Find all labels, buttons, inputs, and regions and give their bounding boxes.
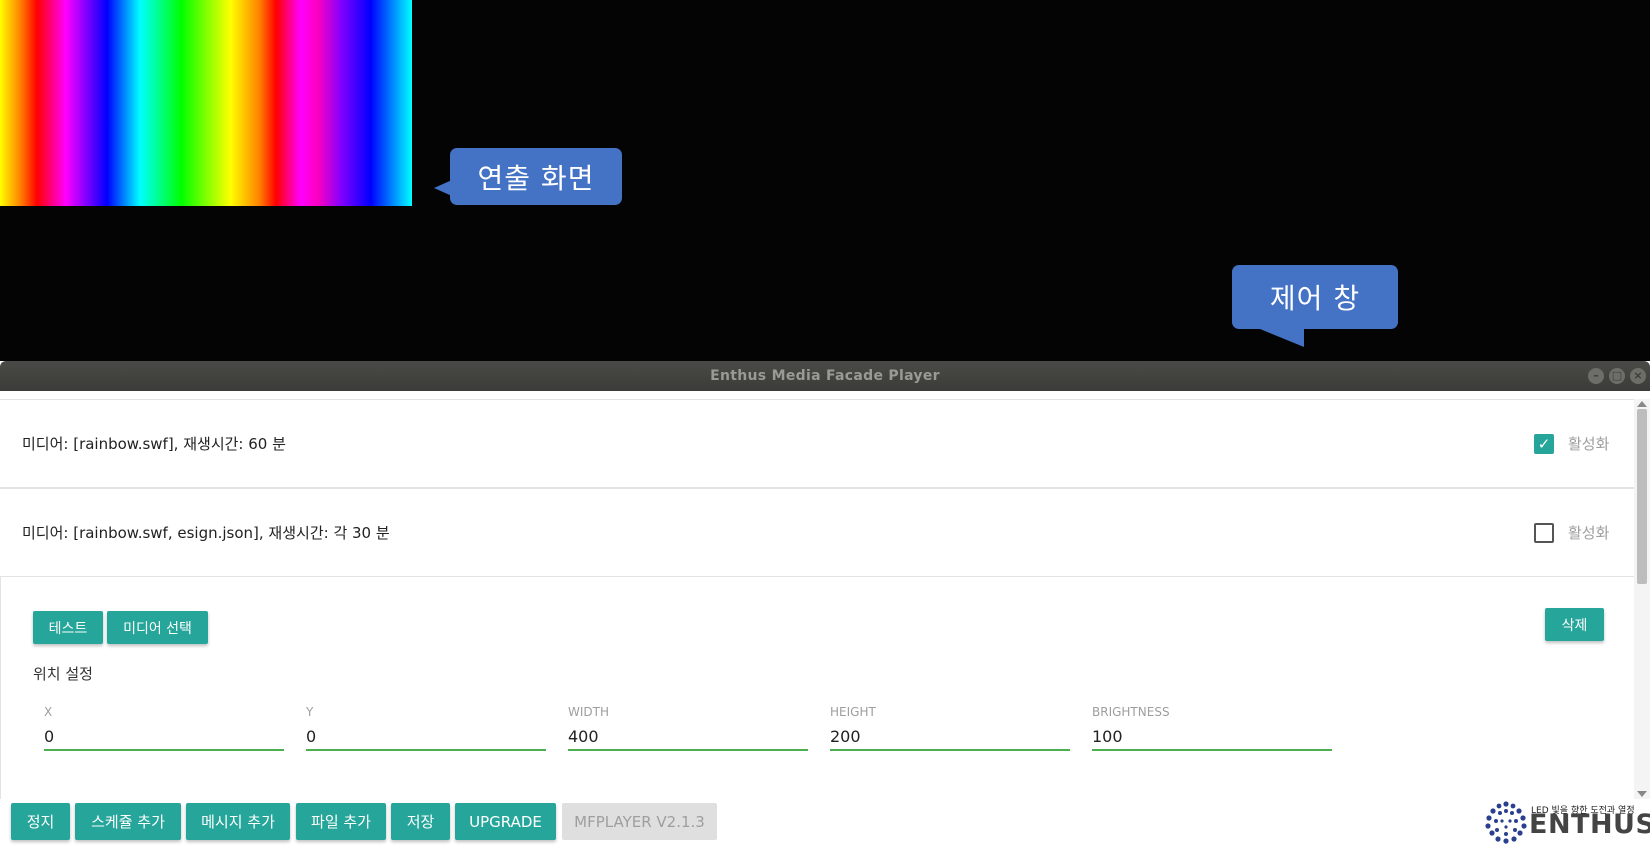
brightness-label: BRIGHTNESS [1092, 705, 1170, 719]
media-list-item: 미디어: [rainbow.swf, esign.json], 재생시간: 각 … [0, 488, 1634, 577]
y-field: Y [306, 695, 546, 752]
footer-toolbar: 정지 스케쥴 추가 메시지 추가 파일 추가 저장 UPGRADE MFPLAY… [0, 799, 1650, 856]
scroll-up-arrow-icon[interactable] [1637, 401, 1647, 407]
width-input[interactable] [568, 723, 808, 751]
add-file-button[interactable]: 파일 추가 [296, 803, 386, 840]
active-toggle[interactable]: ✓ 활성화 [1534, 433, 1609, 454]
media-description: 미디어: [rainbow.swf, esign.json], 재생시간: 각 … [22, 524, 390, 542]
x-label: X [44, 705, 53, 719]
y-input[interactable] [306, 723, 546, 751]
active-checkbox[interactable]: ✓ [1534, 433, 1554, 454]
height-label: HEIGHT [830, 705, 876, 719]
stop-button[interactable]: 정지 [11, 803, 70, 840]
brightness-input[interactable] [1092, 723, 1332, 751]
screen: 연출 화면 제어 창 Enthus Media Facade Player – … [0, 0, 1650, 856]
height-input[interactable] [830, 723, 1070, 751]
window-content: 미디어: [rainbow.swf], 재생시간: 60 분 ✓ 활성화 미디어… [0, 399, 1650, 856]
add-message-button[interactable]: 메시지 추가 [186, 803, 290, 840]
window-titlebar[interactable]: Enthus Media Facade Player – □ × [0, 361, 1650, 391]
maximize-icon[interactable]: □ [1609, 368, 1625, 384]
enthus-logo-icon [1485, 801, 1527, 844]
callout-control-text: 제어 창 [1269, 282, 1361, 315]
brightness-field: BRIGHTNESS [1092, 695, 1332, 752]
output-preview-rainbow [0, 0, 412, 206]
active-label: 활성화 [1568, 524, 1610, 542]
position-settings-title: 위치 설정 [33, 665, 93, 683]
y-label: Y [306, 705, 314, 719]
active-toggle[interactable]: 활성화 [1534, 522, 1609, 543]
delete-button[interactable]: 삭제 [1545, 608, 1604, 641]
callout-output-screen: 연출 화면 [434, 148, 622, 205]
x-input[interactable] [44, 723, 284, 751]
media-list-item: 미디어: [rainbow.swf], 재생시간: 60 분 ✓ 활성화 [0, 399, 1634, 488]
upgrade-button[interactable]: UPGRADE [455, 803, 556, 840]
close-icon[interactable]: × [1630, 368, 1646, 384]
save-button[interactable]: 저장 [391, 803, 450, 840]
media-description: 미디어: [rainbow.swf], 재생시간: 60 분 [22, 435, 286, 453]
scroll-down-arrow-icon[interactable] [1637, 791, 1647, 797]
version-button: MFPLAYER V2.1.3 [562, 803, 717, 840]
callout-control-window: 제어 창 [1232, 265, 1398, 329]
control-window: Enthus Media Facade Player – □ × 미디어: [r… [0, 361, 1650, 856]
callout-output-text: 연출 화면 [477, 161, 595, 195]
select-media-button[interactable]: 미디어 선택 [107, 611, 208, 644]
width-label: WIDTH [568, 705, 609, 719]
width-field: WIDTH [568, 695, 808, 752]
window-title: Enthus Media Facade Player [710, 368, 940, 384]
height-field: HEIGHT [830, 695, 1070, 752]
logo-wordmark: ENTHUS [1529, 809, 1650, 840]
minimize-icon[interactable]: – [1588, 368, 1604, 384]
active-label: 활성화 [1568, 435, 1610, 453]
test-button[interactable]: 테스트 [33, 611, 103, 644]
scrollbar-thumb[interactable] [1637, 409, 1647, 584]
add-schedule-button[interactable]: 스케쥴 추가 [75, 803, 181, 840]
vertical-scrollbar[interactable] [1634, 399, 1650, 799]
x-field: X [44, 695, 284, 752]
active-checkbox[interactable] [1534, 522, 1554, 543]
enthus-logo: LED 빛을 향한 도전과 열정 ENTHUS [1483, 799, 1650, 847]
window-controls: – □ × [1588, 368, 1646, 384]
